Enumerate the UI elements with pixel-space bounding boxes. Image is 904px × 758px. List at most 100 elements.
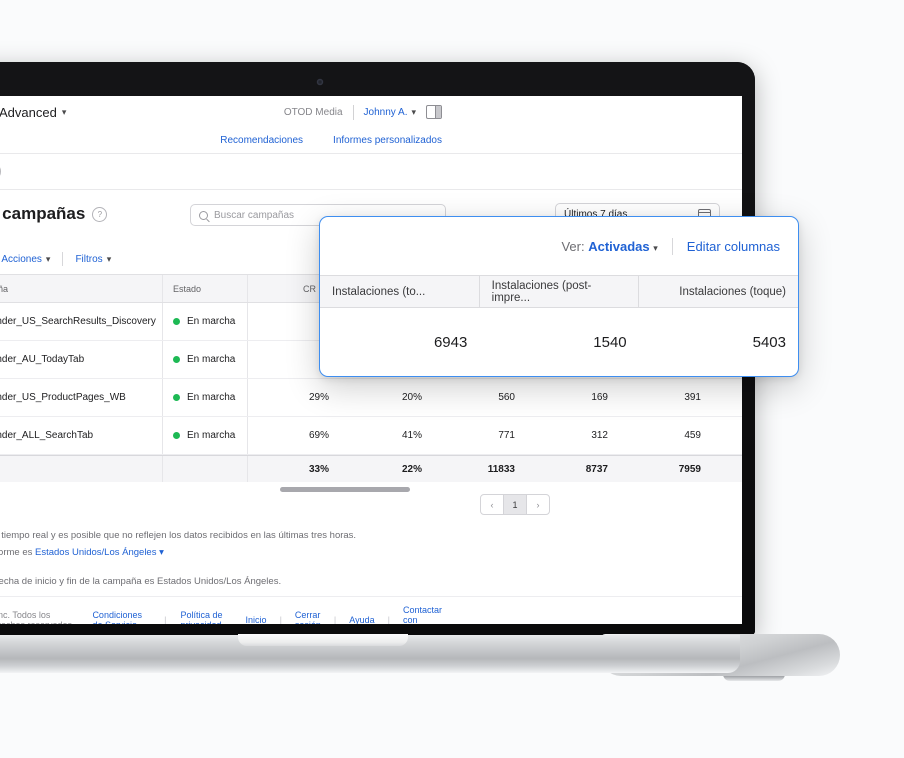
cell-cr2: 20% bbox=[340, 392, 433, 403]
filters-label: Filtros bbox=[75, 254, 102, 265]
cell-v3: 459 bbox=[619, 430, 712, 441]
logout-link[interactable]: Cerrar sesión bbox=[295, 610, 321, 624]
help-link[interactable]: Ayuda bbox=[349, 615, 374, 624]
edit-columns-button[interactable]: Editar columnas bbox=[687, 239, 780, 254]
timezone-link[interactable]: Estados Unidos/Los Ángeles bbox=[35, 547, 156, 558]
chevron-down-icon: ▾ bbox=[46, 254, 51, 265]
callout-toolbar: Ver: Activadas ▾ Editar columnas bbox=[320, 217, 798, 275]
table-row[interactable]: Finder_US_ProductPages_WB En marcha 29% … bbox=[0, 379, 742, 417]
callout-column-header-installs-tap-through[interactable]: Instalaciones (toque) bbox=[638, 276, 798, 307]
zoom-callout-overlay: Ver: Activadas ▾ Editar columnas Instala… bbox=[319, 216, 799, 377]
callout-value-installs-tap-through: 5403 bbox=[639, 334, 798, 351]
advanced-menu[interactable]: Advanced ▾ bbox=[0, 105, 66, 120]
cell-v1: 560 bbox=[433, 392, 526, 403]
callout-column-header-installs-total[interactable]: Instalaciones (to... bbox=[320, 276, 479, 307]
cell-cr: 29% bbox=[247, 379, 340, 416]
terms-link[interactable]: Condiciones de Servicio bbox=[92, 610, 150, 624]
contact-link[interactable]: Contactar con nosotros bbox=[403, 605, 442, 624]
pagination-page-1[interactable]: 1 bbox=[504, 494, 526, 515]
campaign-name[interactable]: Finder_AU_TodayTab bbox=[0, 354, 162, 365]
advanced-label: Advanced bbox=[0, 105, 57, 120]
actionbar-divider bbox=[62, 252, 63, 266]
organization-name: OTOD Media bbox=[284, 107, 343, 118]
cell-v1: 771 bbox=[433, 430, 526, 441]
topbar-divider-2 bbox=[353, 105, 354, 120]
page-title: s campañas bbox=[0, 204, 85, 224]
footer-divider: | bbox=[334, 615, 336, 624]
laptop-base-notch bbox=[238, 634, 408, 646]
callout-value-installs-total: 6943 bbox=[320, 334, 479, 351]
total-v1: 11833 bbox=[433, 464, 526, 475]
table-total-row: 33% 22% 11833 8737 7959 bbox=[0, 455, 742, 483]
status-label: En marcha bbox=[187, 430, 235, 441]
note-line-1: en tiempo real y es posible que no refle… bbox=[0, 528, 742, 545]
status-badge: En marcha bbox=[162, 417, 247, 454]
privacy-link[interactable]: Política de privacidad bbox=[180, 610, 231, 624]
user-name: Johnny A. bbox=[364, 107, 408, 118]
footer-divider: | bbox=[164, 615, 166, 624]
cell-cr2: 41% bbox=[340, 430, 433, 441]
chevron-down-icon: ▾ bbox=[62, 107, 67, 118]
help-icon[interactable]: ? bbox=[92, 207, 107, 222]
table-notes: en tiempo real y es posible que no refle… bbox=[0, 528, 742, 591]
horizontal-scrollbar-thumb[interactable] bbox=[280, 487, 410, 492]
total-v3: 7959 bbox=[619, 464, 712, 475]
search-placeholder: Buscar campañas bbox=[214, 210, 294, 221]
home-link[interactable]: Inicio bbox=[246, 615, 267, 624]
campaign-name[interactable]: Finder_US_ProductPages_WB bbox=[0, 392, 162, 403]
pagination-prev-button[interactable]: ‹ bbox=[480, 494, 504, 515]
pagination-next-button[interactable]: › bbox=[526, 494, 550, 515]
callout-divider bbox=[672, 238, 673, 255]
status-dot-icon bbox=[173, 432, 180, 439]
callout-value-installs-view-through: 1540 bbox=[479, 334, 638, 351]
campaign-name[interactable]: Finder_US_SearchResults_Discovery bbox=[0, 316, 162, 327]
callout-column-header-installs-view-through[interactable]: Instalaciones (post-impre... bbox=[479, 276, 639, 307]
column-header-campaign[interactable]: paña bbox=[0, 284, 162, 294]
callout-value-row: 6943 1540 5403 bbox=[320, 308, 798, 376]
copyright-text: e Inc. Todos los derechos reservados. bbox=[0, 610, 78, 624]
chevron-down-icon: ▾ bbox=[653, 243, 658, 253]
user-menu[interactable]: Johnny A. ▾ bbox=[364, 107, 416, 118]
status-badge: En marcha bbox=[162, 303, 247, 340]
total-cr2: 22% bbox=[340, 464, 433, 475]
custom-reports-link[interactable]: Informes personalizados bbox=[333, 135, 442, 146]
app-footer: e Inc. Todos los derechos reservados. Co… bbox=[0, 596, 742, 624]
status-label: En marcha bbox=[187, 316, 235, 327]
note-line-2: informe es Estados Unidos/Los Ángeles ▾ bbox=[0, 545, 742, 562]
total-cr: 33% bbox=[247, 456, 340, 482]
panel-toggle-icon[interactable] bbox=[426, 105, 442, 119]
status-dot-icon bbox=[173, 318, 180, 325]
status-dot-icon bbox=[173, 356, 180, 363]
footer-divider: | bbox=[388, 615, 390, 624]
footer-divider: | bbox=[280, 615, 282, 624]
chevron-down-icon: ▾ bbox=[411, 107, 416, 118]
total-v2: 8737 bbox=[526, 464, 619, 475]
filters-menu[interactable]: Filtros ▾ bbox=[75, 254, 111, 265]
chevron-down-icon: ▾ bbox=[107, 254, 112, 265]
status-badge: En marcha bbox=[162, 341, 247, 378]
view-selector[interactable]: Ver: Activadas ▾ bbox=[561, 239, 657, 254]
cell-cr: 69% bbox=[247, 417, 340, 454]
column-header-state[interactable]: Estado bbox=[162, 275, 247, 302]
chevron-down-icon[interactable]: ▾ bbox=[156, 547, 163, 558]
note-line-2-prefix: informe es bbox=[0, 547, 35, 558]
view-value: Activadas bbox=[588, 239, 649, 254]
status-label: En marcha bbox=[187, 392, 235, 403]
view-label: Ver: bbox=[561, 239, 584, 254]
recommendations-link[interactable]: Recomendaciones bbox=[220, 135, 303, 146]
actions-label: Acciones bbox=[1, 254, 42, 265]
actions-menu[interactable]: Acciones ▾ bbox=[1, 254, 50, 265]
note-line-3: a fecha de inicio y fin de la campaña es… bbox=[0, 574, 742, 591]
status-badge: En marcha bbox=[162, 379, 247, 416]
table-row[interactable]: Finder_ALL_SearchTab En marcha 69% 41% 7… bbox=[0, 417, 742, 455]
cell-v2: 169 bbox=[526, 392, 619, 403]
total-state bbox=[162, 456, 247, 482]
back-arrow-icon[interactable]: ‹ bbox=[0, 162, 1, 181]
status-dot-icon bbox=[173, 394, 180, 401]
campaign-name[interactable]: Finder_ALL_SearchTab bbox=[0, 430, 162, 441]
pagination: ‹ 1 › bbox=[480, 494, 550, 515]
app-topbar: Advanced ▾ OTOD Media Johnny A. ▾ bbox=[0, 96, 742, 129]
webcam-icon bbox=[317, 79, 323, 85]
status-label: En marcha bbox=[187, 354, 235, 365]
screenshot-stage: Advanced ▾ OTOD Media Johnny A. ▾ Recome… bbox=[0, 0, 904, 758]
